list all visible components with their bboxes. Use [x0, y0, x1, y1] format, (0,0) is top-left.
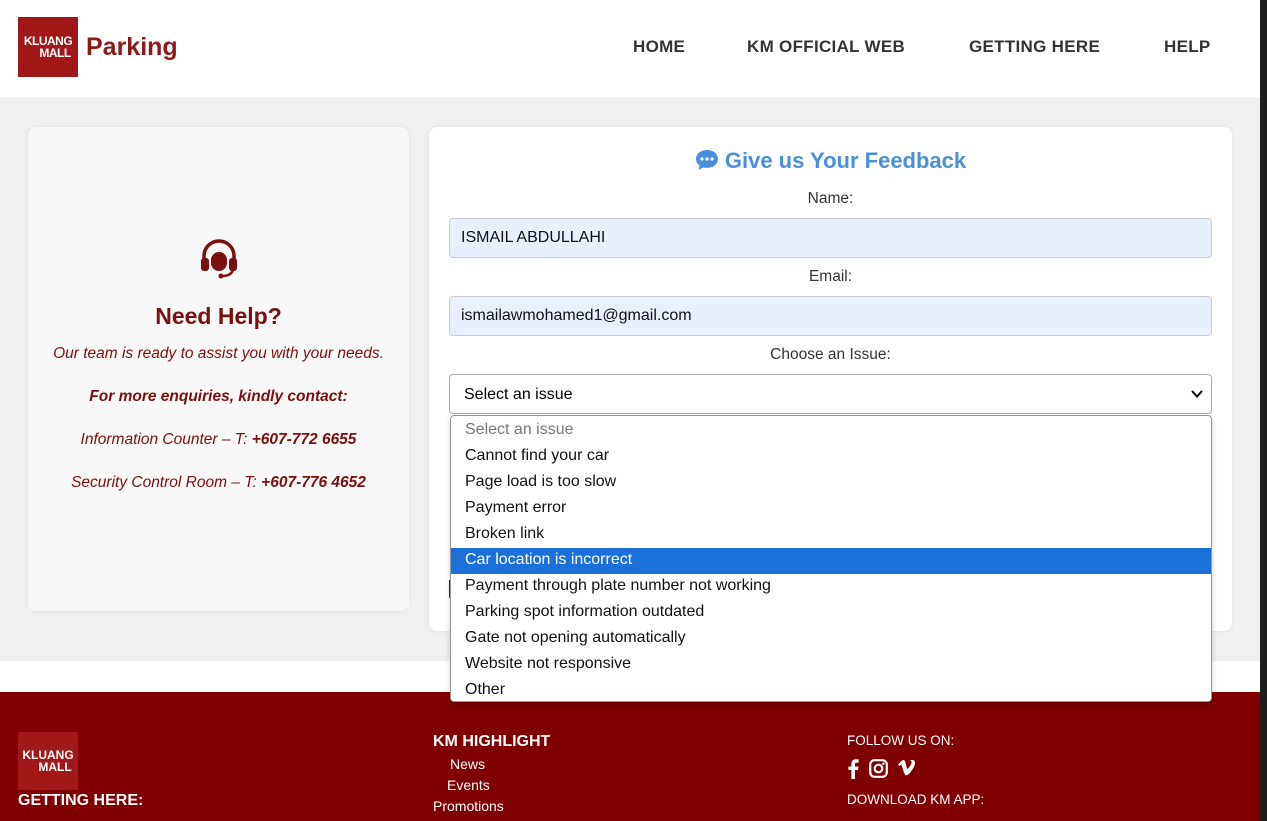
issue-option[interactable]: Other — [451, 678, 1211, 704]
footer-link-promotions[interactable]: Promotions — [433, 798, 504, 814]
info-counter-line: Information Counter – T: +607-772 6655 — [28, 431, 409, 449]
nav-getting-here[interactable]: GETTING HERE — [969, 37, 1100, 57]
footer-link-events[interactable]: Events — [447, 777, 490, 793]
security-room-label: Security Control Room – T: — [71, 474, 262, 491]
instagram-icon[interactable] — [869, 759, 888, 778]
issue-option[interactable]: Payment error — [451, 496, 1211, 522]
brand-title[interactable]: Parking — [86, 33, 178, 62]
info-counter-phone[interactable]: +607-772 6655 — [252, 431, 357, 448]
footer-follow-label: FOLLOW US ON: — [847, 733, 955, 748]
info-counter-label: Information Counter – T: — [80, 431, 252, 448]
feedback-title-row: Give us Your Feedback — [429, 148, 1232, 174]
issue-dropdown-list[interactable]: Select an issue Cannot find your car Pag… — [450, 415, 1212, 702]
issue-option[interactable]: Gate not opening automatically — [451, 626, 1211, 652]
footer-getting-here: GETTING HERE: — [18, 792, 144, 809]
help-enquiries: For more enquiries, kindly contact: — [89, 388, 348, 405]
feedback-title: Give us Your Feedback — [724, 148, 967, 173]
email-field[interactable]: ismailawmohamed1@gmail.com — [449, 296, 1212, 336]
footer: KLUANG MALL GETTING HERE: KM HIGHLIGHT N… — [0, 692, 1260, 821]
headset-icon — [201, 239, 237, 279]
chevron-down-icon — [1191, 390, 1203, 398]
logo-line-2: MALL — [39, 46, 71, 60]
help-subtitle: Our team is ready to assist you with you… — [53, 345, 384, 362]
chat-bubble-icon — [695, 150, 718, 170]
name-label: Name: — [807, 190, 854, 207]
issue-option-highlighted[interactable]: Car location is incorrect — [451, 548, 1211, 574]
security-room-line: Security Control Room – T: +607-776 4652 — [28, 474, 409, 492]
header: KLUANG MALL Parking HOME KM OFFICIAL WEB… — [0, 0, 1260, 97]
nav-km-official-web[interactable]: KM OFFICIAL WEB — [747, 37, 905, 57]
km-logo[interactable]: KLUANG MALL — [18, 17, 78, 77]
footer-download-label: DOWNLOAD KM APP: — [847, 792, 985, 807]
footer-link-news[interactable]: News — [450, 756, 485, 772]
window-edge — [1260, 0, 1267, 821]
nav-help[interactable]: HELP — [1164, 37, 1211, 57]
help-card: Need Help? Our team is ready to assist y… — [28, 127, 409, 611]
help-title: Need Help? — [155, 303, 282, 329]
nav-home[interactable]: HOME — [633, 37, 685, 57]
issue-option: Select an issue — [465, 421, 574, 438]
issue-select-value: Select an issue — [464, 386, 573, 403]
issue-option[interactable]: Parking spot information outdated — [451, 600, 1211, 626]
issue-option[interactable]: Page load is too slow — [451, 470, 1211, 496]
issue-option[interactable]: Website not responsive — [451, 652, 1211, 678]
issue-label: Choose an Issue: — [770, 346, 891, 363]
issue-option[interactable]: Cannot find your car — [451, 444, 1211, 470]
issue-option[interactable]: Broken link — [451, 522, 1211, 548]
issue-option[interactable]: Payment through plate number not working — [451, 574, 1211, 600]
footer-highlight-title: KM HIGHLIGHT — [433, 733, 551, 750]
name-field[interactable]: ISMAIL ABDULLAHI — [449, 218, 1212, 258]
footer-logo[interactable]: KLUANG MALL — [18, 732, 78, 790]
footer-logo-line-2: MALL — [38, 760, 72, 774]
security-room-phone[interactable]: +607-776 4652 — [261, 474, 366, 491]
vimeo-icon[interactable] — [897, 759, 916, 777]
facebook-icon[interactable] — [847, 759, 859, 779]
issue-select[interactable]: Select an issue — [449, 374, 1212, 414]
email-label: Email: — [808, 268, 853, 285]
